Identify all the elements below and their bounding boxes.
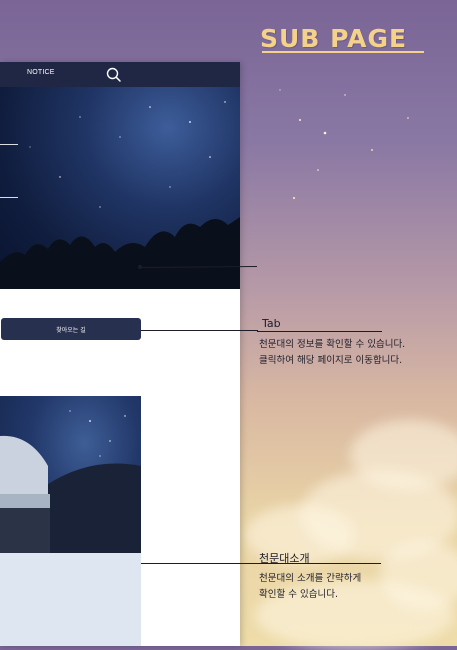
mobile-page-mockup: NOTICE 찾아오는 길: [0, 62, 240, 646]
top-navigation-bar: NOTICE: [0, 62, 240, 87]
callout-line: [257, 331, 382, 332]
tab-button-label: 찾아오는 길: [56, 326, 86, 334]
observatory-intro-image[interactable]: [0, 396, 141, 553]
content-area: [0, 289, 240, 394]
hero-divider-line: [0, 197, 18, 198]
nav-item-notice[interactable]: NOTICE: [27, 69, 55, 76]
page-title: SUB PAGE: [260, 24, 408, 53]
hero-divider-line: [0, 144, 18, 145]
hero-night-sky-image: [0, 87, 240, 289]
callout-line: [141, 330, 258, 331]
callout-intro-description: 천문대의 소개를 간략하게 확인할 수 있습니다.: [259, 573, 362, 600]
tab-button-directions[interactable]: 찾아오는 길: [1, 318, 141, 340]
intro-info-panel: [0, 553, 141, 646]
title-underline: [262, 51, 424, 53]
search-icon[interactable]: [105, 66, 123, 84]
callout-tab-title: Tab: [262, 317, 281, 330]
callout-tab-description: 천문대의 정보를 확인할 수 있습니다. 클릭하여 해당 페이지로 이동합니다.: [259, 339, 406, 366]
callout-intro-title: 천문대소개: [259, 552, 310, 565]
